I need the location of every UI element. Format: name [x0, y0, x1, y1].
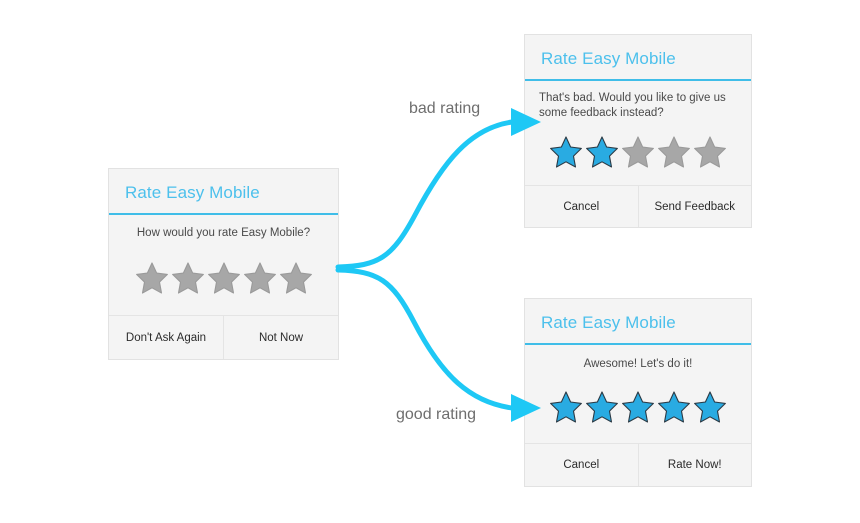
star-empty-icon[interactable]	[207, 261, 241, 295]
dialog-good-footer: Cancel Rate Now!	[525, 443, 751, 486]
star-empty-icon[interactable]	[693, 135, 727, 169]
rating-stars-initial[interactable]	[109, 261, 338, 295]
cancel-button[interactable]: Cancel	[525, 186, 638, 227]
send-feedback-button[interactable]: Send Feedback	[637, 186, 752, 227]
star-filled-icon[interactable]	[549, 135, 583, 169]
dialog-initial: Rate Easy Mobile How would you rate Easy…	[108, 168, 339, 360]
rating-stars-good[interactable]	[525, 390, 751, 424]
dialog-bad-message: That's bad. Would you like to give us so…	[539, 92, 726, 119]
star-empty-icon[interactable]	[279, 261, 313, 295]
dialog-bad-footer: Cancel Send Feedback	[525, 185, 751, 227]
flow-label-good-rating: good rating	[396, 406, 477, 423]
dialog-initial-body: How would you rate Easy Mobile?	[109, 215, 338, 315]
dialog-good-message: Awesome! Let's do it!	[583, 358, 693, 370]
rating-stars-bad[interactable]	[525, 135, 751, 169]
dialog-initial-header: Rate Easy Mobile	[109, 169, 338, 215]
diagram-canvas: Rate Easy Mobile How would you rate Easy…	[0, 0, 860, 523]
dont-ask-again-button[interactable]: Don't Ask Again	[109, 316, 223, 359]
star-empty-icon[interactable]	[657, 135, 691, 169]
rate-now-button[interactable]: Rate Now!	[637, 444, 752, 486]
star-filled-icon[interactable]	[693, 390, 727, 424]
dialog-initial-message: How would you rate Easy Mobile?	[136, 227, 311, 239]
dialog-good-title: Rate Easy Mobile	[541, 313, 676, 332]
star-filled-icon[interactable]	[621, 390, 655, 424]
star-empty-icon[interactable]	[171, 261, 205, 295]
flow-label-bad-rating: bad rating	[409, 100, 481, 117]
dialog-bad-rating: Rate Easy Mobile That's bad. Would you l…	[524, 34, 752, 228]
star-filled-icon[interactable]	[585, 390, 619, 424]
star-filled-icon[interactable]	[657, 390, 691, 424]
star-empty-icon[interactable]	[243, 261, 277, 295]
dialog-initial-title: Rate Easy Mobile	[125, 183, 260, 202]
arrow-good-rating	[335, 267, 515, 411]
star-empty-icon[interactable]	[135, 261, 169, 295]
dialog-bad-title: Rate Easy Mobile	[541, 49, 676, 68]
dialog-bad-body: That's bad. Would you like to give us so…	[525, 81, 751, 185]
arrow-bad-rating	[335, 119, 515, 270]
dialog-good-rating: Rate Easy Mobile Awesome! Let's do it! C…	[524, 298, 752, 487]
dialog-initial-footer: Don't Ask Again Not Now	[109, 315, 338, 359]
star-filled-icon[interactable]	[585, 135, 619, 169]
dialog-bad-header: Rate Easy Mobile	[525, 35, 751, 81]
star-empty-icon[interactable]	[621, 135, 655, 169]
cancel-button[interactable]: Cancel	[525, 444, 638, 486]
star-filled-icon[interactable]	[549, 390, 583, 424]
dialog-good-header: Rate Easy Mobile	[525, 299, 751, 345]
not-now-button[interactable]: Not Now	[223, 316, 338, 359]
dialog-good-body: Awesome! Let's do it!	[525, 345, 751, 443]
